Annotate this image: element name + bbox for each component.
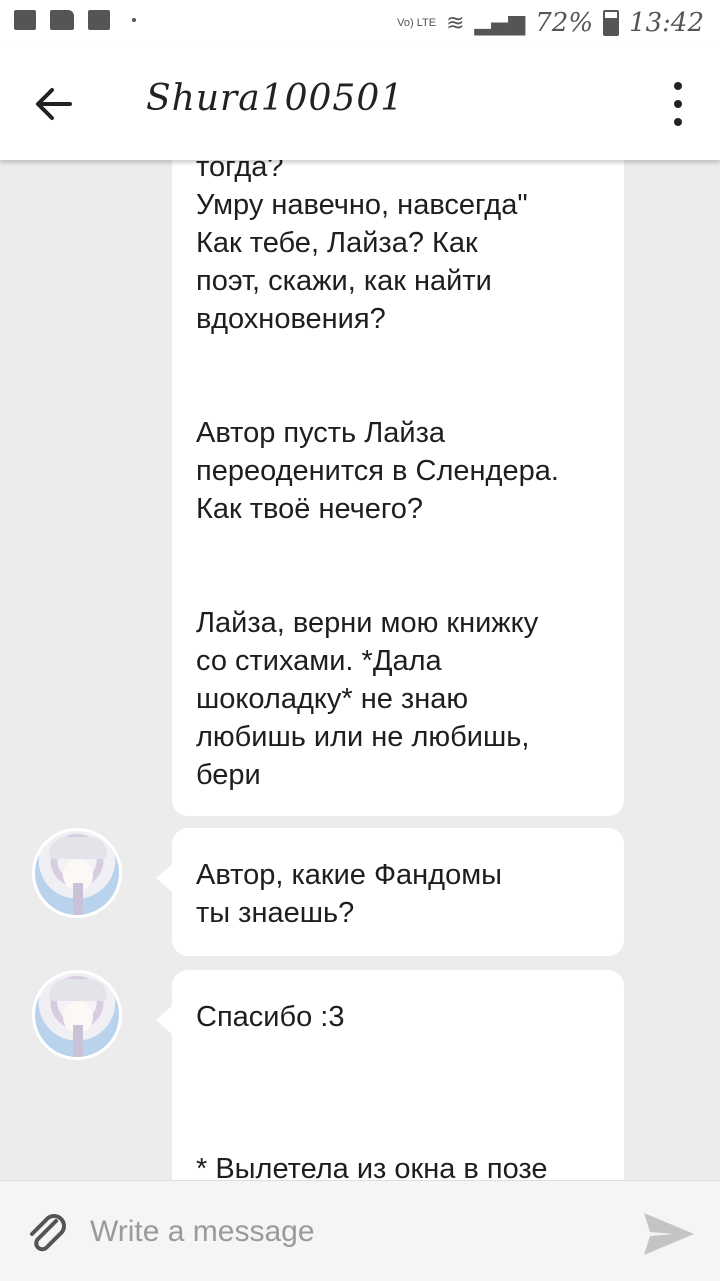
attach-button[interactable]	[22, 1207, 72, 1257]
more-vertical-icon	[674, 82, 682, 90]
folder-icon	[50, 10, 74, 30]
back-button[interactable]	[30, 78, 82, 130]
avatar[interactable]	[32, 970, 122, 1060]
clock: 13:42	[629, 8, 704, 38]
signal-icon: ▂▄▆	[474, 10, 526, 36]
battery-percent: 72%	[535, 8, 594, 38]
more-vertical-icon	[674, 118, 682, 126]
image-icon	[14, 10, 36, 30]
message-text: Автор, какие Фандомы ты знаешь?	[196, 859, 502, 929]
message-bubble: Спасибо :3 * Вылетела из окна в позе	[156, 970, 624, 1180]
send-button[interactable]	[640, 1209, 696, 1259]
app-bar: Shura100501	[0, 48, 720, 160]
avatar[interactable]	[32, 828, 122, 918]
more-vertical-icon	[674, 100, 682, 108]
message-bubble: Автор, какие Фандомы ты знаешь?	[156, 828, 624, 956]
arrow-left-icon	[36, 88, 72, 120]
message-composer	[0, 1180, 720, 1281]
more-options-button[interactable]	[666, 82, 690, 126]
status-bar: Vo) LTE ≋ ▂▄▆ 72% 13:42	[0, 0, 720, 48]
message-text: Спасибо :3 * Вылетела из окна в позе	[196, 1001, 548, 1180]
battery-icon	[603, 10, 620, 36]
chat-title: Shura100501	[146, 78, 405, 119]
notification-icons	[14, 10, 136, 30]
bubble-tail	[156, 1006, 172, 1034]
wifi-icon: ≋	[446, 10, 465, 36]
message-input[interactable]	[88, 1205, 612, 1259]
message-bubble: тогда? Умру навечно, навсегда" Как тебе,…	[172, 160, 624, 816]
message-text: тогда? Умру навечно, навсегда" Как тебе,…	[196, 160, 559, 791]
message-list[interactable]: тогда? Умру навечно, навсегда" Как тебе,…	[0, 160, 720, 1180]
paperclip-icon	[30, 1214, 66, 1252]
dot-icon	[132, 18, 136, 22]
send-icon	[644, 1213, 694, 1255]
bubble-tail	[156, 864, 172, 892]
system-status: Vo) LTE ≋ ▂▄▆ 72% 13:42	[397, 8, 704, 38]
activity-icon	[88, 10, 110, 30]
sim-icon: Vo) LTE	[397, 16, 437, 29]
